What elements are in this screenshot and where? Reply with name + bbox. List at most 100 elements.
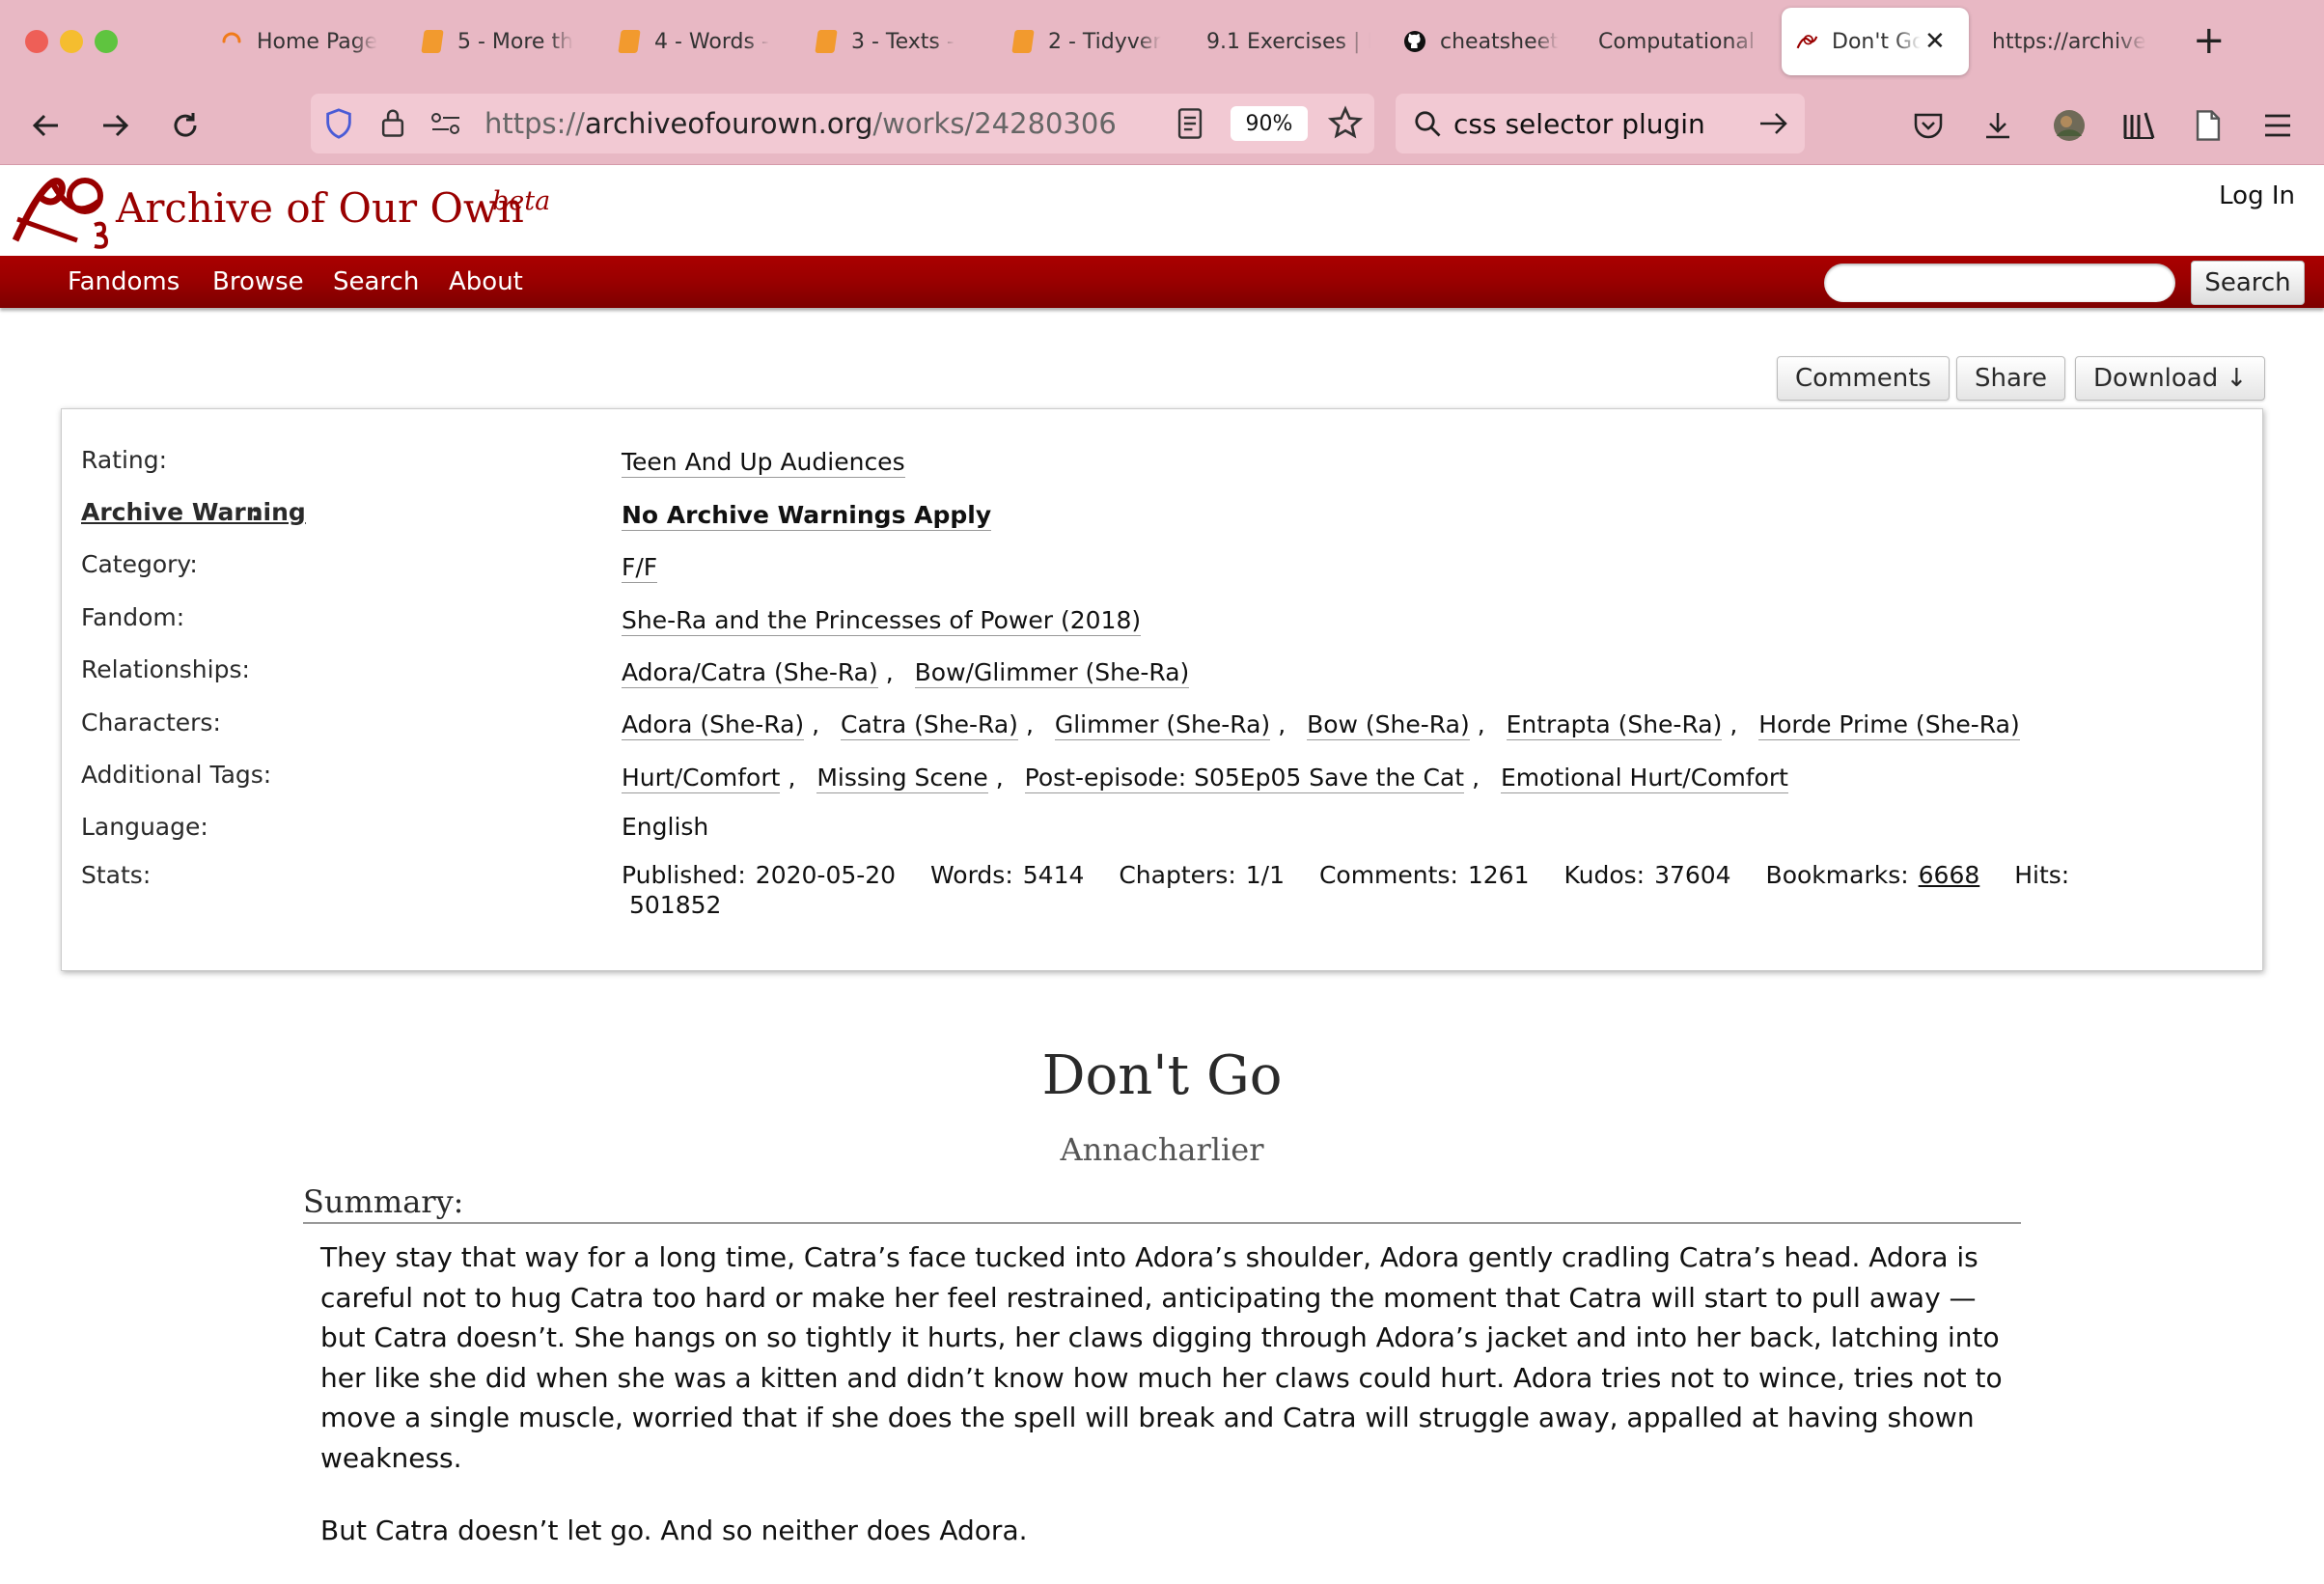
- work-title: Don't Go: [1041, 1044, 1283, 1107]
- character-tag[interactable]: Adora (She-Ra): [622, 710, 805, 740]
- close-tab-icon[interactable]: ✕: [1924, 27, 1946, 56]
- relationship-tag[interactable]: Bow/Glimmer (She-Ra): [914, 658, 1190, 688]
- comma-separator: ,: [1472, 764, 1480, 792]
- hamburger-menu-icon[interactable]: [2256, 104, 2299, 147]
- archive-warning-label[interactable]: Archive Warning: [81, 498, 306, 526]
- tab-more-than-words[interactable]: 5 - More th: [421, 8, 585, 75]
- tab-label: 9.1 Exercises | F: [1206, 29, 1370, 54]
- fandom-label: Fandom:: [81, 603, 185, 631]
- zoom-level-badge[interactable]: 90%: [1231, 106, 1308, 141]
- tab-tidyverse[interactable]: 2 - Tidyver: [1011, 8, 1176, 75]
- tab-label: cheatsheet: [1440, 29, 1559, 54]
- search-icon: [1413, 109, 1442, 142]
- tab-archive-url[interactable]: https://archive: [1992, 8, 2156, 75]
- new-tab-icon[interactable]: +: [2193, 21, 2226, 60]
- tab-exercises[interactable]: 9.1 Exercises | F: [1206, 8, 1370, 75]
- chapters-value: 1/1: [1245, 861, 1285, 889]
- tab-words[interactable]: 4 - Words -: [618, 8, 782, 75]
- maximize-window-button[interactable]: [95, 30, 118, 53]
- chapters-label: Chapters:: [1119, 861, 1236, 889]
- character-tag[interactable]: Bow (She-Ra): [1307, 710, 1470, 740]
- share-button[interactable]: Share: [1956, 356, 2066, 401]
- site-header: Archive of Our Own beta Log In: [0, 165, 2324, 256]
- browser-search-bar[interactable]: css selector plugin: [1396, 94, 1805, 153]
- character-tag[interactable]: Entrapta (She-Ra): [1506, 710, 1723, 740]
- comma-separator: ,: [1477, 710, 1485, 738]
- tab-label: Home Page: [257, 29, 378, 54]
- published-value: 2020-05-20: [755, 861, 897, 889]
- book-icon: [421, 30, 444, 53]
- log-in-link[interactable]: Log In: [2219, 181, 2295, 210]
- freeform-tag[interactable]: Missing Scene: [816, 764, 988, 793]
- shield-icon[interactable]: [322, 107, 355, 144]
- search-input[interactable]: css selector plugin: [1453, 108, 1705, 140]
- tab-label: 5 - More th: [457, 29, 574, 54]
- address-bar[interactable]: https://archiveofourown.org/works/242803…: [311, 94, 1374, 153]
- page-icon[interactable]: [2187, 104, 2229, 147]
- character-tag[interactable]: Horde Prime (She-Ra): [1758, 710, 2020, 740]
- character-tag[interactable]: Glimmer (She-Ra): [1054, 710, 1271, 740]
- permissions-icon[interactable]: [430, 111, 461, 140]
- reader-view-icon[interactable]: [1176, 107, 1204, 144]
- summary-paragraph: They stay that way for a long time, Catr…: [320, 1241, 2003, 1474]
- reload-button[interactable]: [164, 104, 207, 147]
- comma-separator: ,: [1729, 710, 1738, 738]
- close-window-button[interactable]: [25, 30, 48, 53]
- freeform-tag[interactable]: Post-episode: S05Ep05 Save the Cat: [1024, 764, 1465, 793]
- site-name[interactable]: Archive of Our Own: [116, 184, 524, 232]
- tab-home-page[interactable]: Home Page: [220, 8, 384, 75]
- rating-tag[interactable]: Teen And Up Audiences: [622, 448, 905, 478]
- warning-tag[interactable]: No Archive Warnings Apply: [622, 501, 992, 531]
- freeform-tag[interactable]: Emotional Hurt/Comfort: [1501, 764, 1788, 793]
- tab-label: Computational F: [1598, 29, 1762, 54]
- tab-texts[interactable]: 3 - Texts -: [815, 8, 979, 75]
- url-text[interactable]: https://archiveofourown.org/works/242803…: [484, 107, 1117, 140]
- nav-fandoms[interactable]: Fandoms: [68, 267, 180, 296]
- bookmarks-label: Bookmarks:: [1765, 861, 1909, 889]
- hits-value: 501852: [629, 891, 722, 919]
- character-tag[interactable]: Catra (She-Ra): [841, 710, 1018, 740]
- book-icon: [815, 30, 838, 53]
- browser-tab-bar: Home Page 5 - More th 4 - Words - 3 - Te…: [0, 0, 2324, 85]
- primary-navigation: Fandoms Browse Search About Search: [0, 256, 2324, 308]
- stats-label: Stats:: [81, 861, 152, 889]
- comments-label: Comments:: [1318, 861, 1458, 889]
- work-meta: Rating: Teen And Up Audiences Archive Wa…: [61, 408, 2263, 971]
- tab-computational[interactable]: Computational F: [1598, 8, 1762, 75]
- category-tag[interactable]: F/F: [622, 553, 658, 583]
- site-search-input[interactable]: [1824, 264, 2175, 302]
- nav-browse[interactable]: Browse: [212, 267, 304, 296]
- characters-label: Characters:: [81, 709, 221, 736]
- forward-button[interactable]: [94, 104, 136, 147]
- bookmark-star-icon[interactable]: [1327, 105, 1364, 144]
- tab-dont-go[interactable]: Don't Go ✕: [1782, 8, 1969, 75]
- category-label: Category:: [81, 550, 198, 578]
- comments-value: 1261: [1467, 861, 1530, 889]
- tab-label: 2 - Tidyver: [1048, 29, 1162, 54]
- tab-cheatsheet[interactable]: cheatsheet: [1403, 8, 1565, 75]
- search-go-arrow-icon[interactable]: [1758, 109, 1789, 142]
- kudos-value: 37604: [1654, 861, 1731, 889]
- fandom-tag[interactable]: She-Ra and the Princesses of Power (2018…: [622, 606, 1142, 636]
- stats-row: Published: 2020-05-20 Words: 5414 Chapters…: [622, 861, 2079, 889]
- downloads-icon[interactable]: [1977, 104, 2019, 147]
- download-button[interactable]: Download ↓: [2075, 356, 2266, 401]
- archive-warning-colon: :: [251, 498, 261, 526]
- back-button[interactable]: [25, 104, 68, 147]
- account-avatar[interactable]: [2048, 104, 2090, 147]
- nav-search[interactable]: Search: [333, 267, 419, 296]
- pocket-icon[interactable]: [1907, 104, 1950, 147]
- site-search-button[interactable]: Search: [2191, 261, 2305, 305]
- freeform-tag[interactable]: Hurt/Comfort: [622, 764, 781, 793]
- ao3-icon: [1795, 30, 1818, 53]
- comments-button[interactable]: Comments: [1777, 356, 1950, 401]
- work-author-link[interactable]: Annacharlier: [0, 1131, 2324, 1168]
- relationship-tag[interactable]: Adora/Catra (She-Ra): [622, 658, 878, 688]
- lock-icon[interactable]: [378, 107, 407, 142]
- nav-about[interactable]: About: [449, 267, 523, 296]
- bookmarks-link[interactable]: 6668: [1919, 861, 1980, 889]
- library-icon[interactable]: [2117, 104, 2160, 147]
- language-value: English: [622, 813, 709, 841]
- ao3-logo[interactable]: [10, 173, 116, 254]
- minimize-window-button[interactable]: [60, 30, 83, 53]
